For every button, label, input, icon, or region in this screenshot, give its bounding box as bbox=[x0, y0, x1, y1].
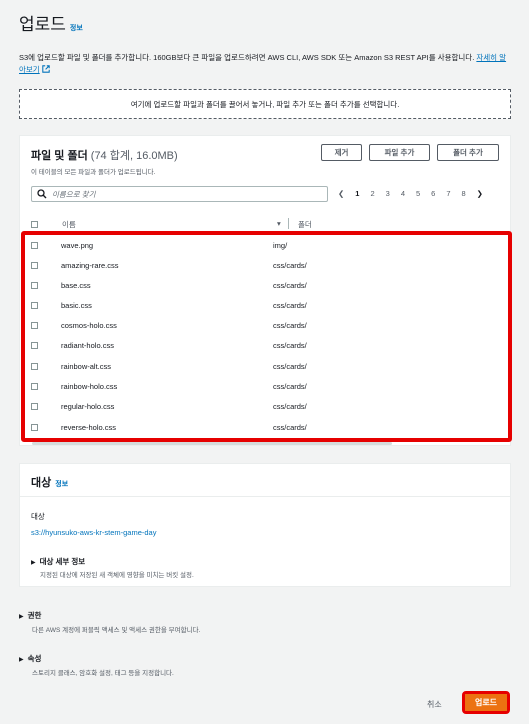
prev-page-icon[interactable]: ❮ bbox=[338, 189, 344, 198]
caret-right-icon: ▶ bbox=[19, 657, 24, 663]
add-folder-button[interactable]: 폴더 추가 bbox=[437, 144, 499, 161]
files-panel-subtitle: 이 테이블의 모든 파일과 폴더가 업로드됩니다. bbox=[31, 169, 156, 176]
page-6[interactable]: 6 bbox=[431, 189, 435, 198]
files-panel-title: 파일 및 폴더 (74 합계, 16.0MB) bbox=[31, 150, 178, 162]
page-4[interactable]: 4 bbox=[401, 189, 405, 198]
caret-right-icon: ▶ bbox=[19, 614, 24, 620]
search-placeholder: 이름으로 찾기 bbox=[52, 189, 96, 199]
horizontal-scrollbar[interactable] bbox=[32, 442, 392, 445]
destination-details-desc: 지정된 대상에 저장된 새 객체에 영향을 미치는 버킷 설정. bbox=[40, 572, 194, 579]
drop-zone[interactable]: 여기에 업로드할 파일과 폴더를 끌어서 놓거나, 파일 추가 또는 폴더 추가… bbox=[19, 89, 511, 119]
page-title: 업로드정보 bbox=[19, 10, 83, 35]
page-8[interactable]: 8 bbox=[462, 189, 466, 198]
properties-toggle[interactable]: ▶ 속성 bbox=[19, 653, 41, 664]
page-3[interactable]: 3 bbox=[386, 189, 390, 198]
destination-title: 대상 정보 bbox=[31, 477, 69, 489]
page-7[interactable]: 7 bbox=[446, 189, 450, 198]
remove-button[interactable]: 제거 bbox=[321, 144, 362, 161]
select-all-checkbox[interactable] bbox=[31, 221, 38, 228]
files-count: (74 합계, 16.0MB) bbox=[90, 150, 178, 162]
description-text: S3에 업로드할 파일 및 폴더를 추가합니다. 160GB보다 큰 파일을 업… bbox=[19, 53, 475, 62]
destination-label: 대상 bbox=[31, 512, 45, 521]
sort-down-icon[interactable]: ▾ bbox=[277, 219, 281, 228]
search-icon bbox=[37, 189, 47, 199]
cancel-button[interactable]: 취소 bbox=[427, 699, 442, 710]
permissions-desc: 다른 AWS 계정에 퍼블릭 액세스 및 액세스 권한을 부여합니다. bbox=[32, 627, 201, 634]
page-title-text: 업로드 bbox=[19, 15, 66, 34]
column-header-folder[interactable]: 폴더 bbox=[298, 219, 312, 230]
divider bbox=[19, 496, 511, 497]
column-header-name[interactable]: 이름 bbox=[62, 219, 76, 230]
destination-value-link[interactable]: s3://hyunsuko-aws-kr-stem-game-day bbox=[31, 528, 156, 537]
column-divider bbox=[288, 218, 289, 229]
destination-info-link[interactable]: 정보 bbox=[55, 481, 68, 488]
page-description: S3에 업로드할 파일 및 폴더를 추가합니다. 160GB보다 큰 파일을 업… bbox=[19, 52, 509, 76]
add-files-button[interactable]: 파일 추가 bbox=[369, 144, 430, 161]
search-input[interactable]: 이름으로 찾기 bbox=[31, 186, 328, 202]
upload-button[interactable]: 업로드 bbox=[462, 691, 510, 714]
pagination: ❮ 1 2 3 4 5 6 7 8 ❯ bbox=[338, 189, 483, 198]
info-link[interactable]: 정보 bbox=[70, 25, 83, 32]
caret-right-icon: ▶ bbox=[31, 560, 36, 566]
page-1[interactable]: 1 bbox=[355, 189, 359, 198]
selection-highlight bbox=[21, 231, 512, 442]
destination-details-toggle[interactable]: ▶ 대상 세부 정보 bbox=[31, 556, 85, 567]
properties-desc: 스토리지 클래스, 암호화 설정, 태그 등을 지정합니다. bbox=[32, 670, 174, 677]
drop-zone-text: 여기에 업로드할 파일과 폴더를 끌어서 놓거나, 파일 추가 또는 폴더 추가… bbox=[130, 99, 400, 109]
external-link-icon bbox=[42, 65, 50, 73]
page-2[interactable]: 2 bbox=[370, 189, 374, 198]
next-page-icon[interactable]: ❯ bbox=[477, 189, 483, 198]
permissions-toggle[interactable]: ▶ 권한 bbox=[19, 610, 41, 621]
page-5[interactable]: 5 bbox=[416, 189, 420, 198]
